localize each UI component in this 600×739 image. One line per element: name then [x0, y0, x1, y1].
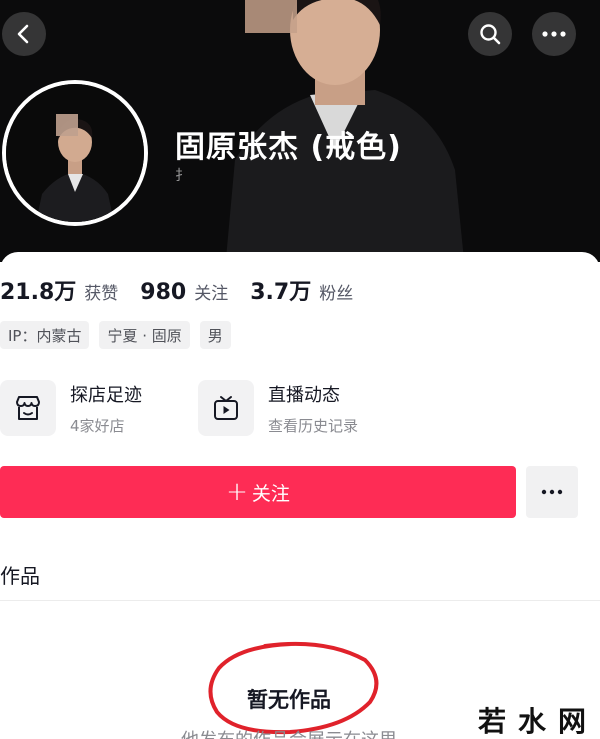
shop-visits-entry[interactable]: 探店足迹 4家好店 [0, 378, 142, 438]
shop-icon-box [0, 380, 56, 436]
site-watermark: 若水网 [478, 705, 599, 738]
tv-icon-box [198, 380, 254, 436]
stat-following[interactable]: 980 关注 [140, 279, 228, 305]
follow-button[interactable]: + 关注 [0, 466, 516, 518]
tag-ip-location: IP：内蒙古 [0, 321, 90, 349]
shop-icon [16, 396, 40, 420]
tag-gender: 男 [199, 321, 231, 349]
search-button[interactable] [468, 12, 512, 56]
live-history-title: 直播动态 [268, 384, 340, 406]
stat-following-label: 关注 [194, 284, 229, 304]
stat-likes-number: 21.8万 [0, 280, 77, 305]
stat-followers[interactable]: 3.7万 粉丝 [250, 274, 353, 306]
stat-likes[interactable]: 21.8万 获赞 [0, 274, 118, 306]
search-icon [480, 24, 501, 45]
more-options-button[interactable] [532, 12, 576, 56]
tv-icon [214, 396, 238, 420]
more-actions-button[interactable] [526, 466, 578, 518]
profile-header-background: 固原张杰 (戒色) 扌 [0, 0, 600, 262]
tag-region: 宁夏 · 固原 [99, 321, 190, 349]
profile-sub-hint: 扌 [175, 168, 189, 184]
profile-tags: IP：内蒙古 宁夏 · 固原 男 [0, 321, 241, 349]
avatar-image [6, 84, 144, 222]
stat-followers-label: 粉丝 [319, 284, 354, 304]
more-horizontal-icon [542, 31, 566, 37]
stat-following-number: 980 [140, 280, 187, 305]
shop-visits-subtitle: 4家好店 [70, 416, 125, 435]
more-horizontal-icon [541, 489, 563, 495]
plus-icon: + [226, 477, 248, 507]
profile-stats: 21.8万 获赞 980 关注 3.7万 粉丝 [0, 274, 375, 306]
avatar[interactable] [2, 80, 148, 226]
stat-followers-number: 3.7万 [250, 280, 312, 305]
profile-nickname: 固原张杰 (戒色) [175, 130, 402, 165]
stat-likes-label: 获赞 [84, 284, 119, 304]
tab-works[interactable]: 作品 [0, 560, 40, 589]
chevron-left-icon [17, 24, 29, 44]
shop-visits-title: 探店足迹 [70, 384, 142, 406]
follow-button-label: 关注 [251, 482, 290, 505]
live-history-subtitle: 查看历史记录 [268, 416, 359, 435]
back-button[interactable] [2, 12, 46, 56]
live-history-entry[interactable]: 直播动态 查看历史记录 [198, 378, 358, 438]
tab-divider [0, 600, 600, 601]
